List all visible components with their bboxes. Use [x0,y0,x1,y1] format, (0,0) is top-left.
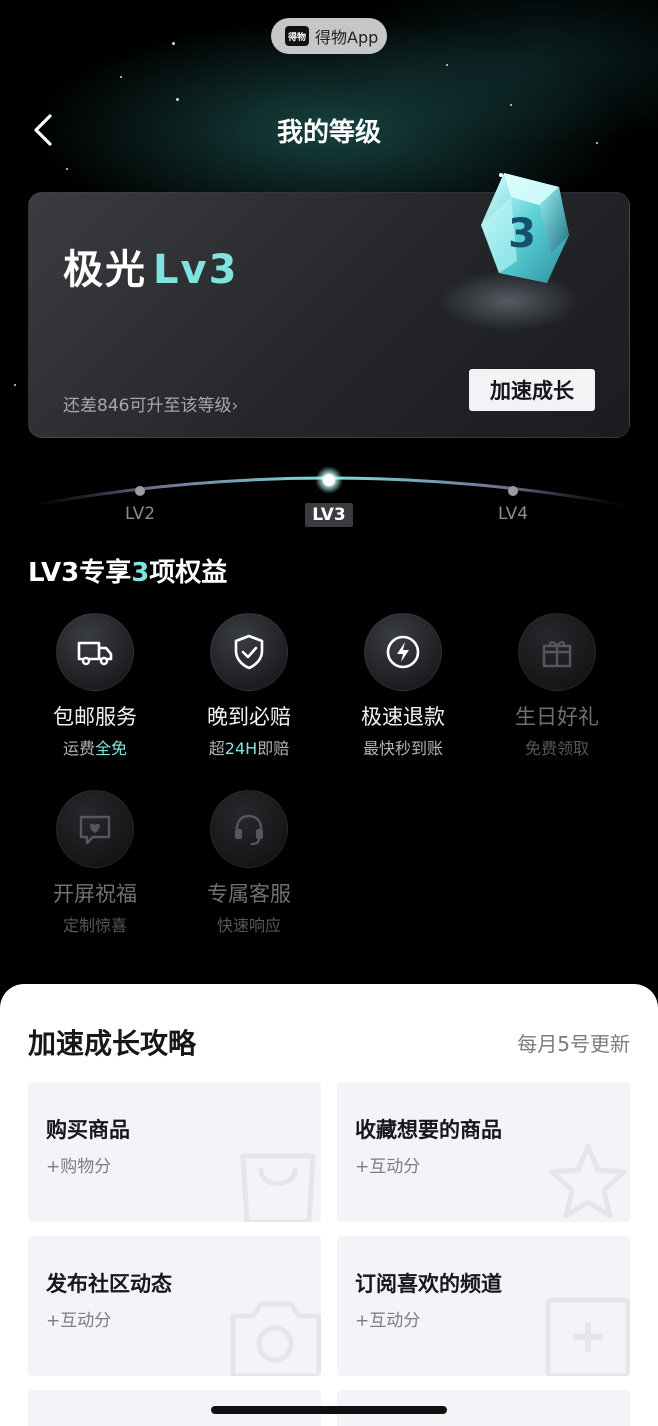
task-buy-product[interactable]: 购买商品 +购物分 [28,1082,321,1222]
task-post-community[interactable]: 发布社区动态 +互动分 [28,1236,321,1376]
level-marker-current: LV3 [305,503,353,527]
task-subscribe-channel[interactable]: 订阅喜欢的频道 +互动分 [337,1236,630,1376]
level-marker-prev: LV2 [124,504,156,524]
benefit-birthday-gift[interactable]: 生日好礼 免费领取 [492,613,622,759]
upgrade-gap-text: 还差846可升至该等级 [63,396,232,416]
growth-strategy-sheet: 加速成长攻略 每月5号更新 购买商品 +购物分 收藏想要的商品 +互动分 发布社… [0,984,658,1426]
benefit-name: 极速退款 [361,705,445,729]
task-name: 收藏想要的商品 [355,1118,502,1142]
benefits-title: LV3专享3项权益 [28,552,227,589]
lightning-icon [386,635,420,669]
benefit-late-compensation[interactable]: 晚到必赔 超24H即赔 [184,613,314,759]
benefit-name: 开屏祝福 [53,882,137,906]
benefit-desc-text: 超 [208,739,225,758]
accelerate-growth-button[interactable]: 加速成长 [469,369,595,411]
strategy-title: 加速成长攻略 [28,1027,197,1060]
benefit-fast-refund[interactable]: 极速退款 最快秒到账 [338,613,468,759]
benefit-desc-text: 定制惊喜 [62,916,127,935]
level-track: LV2 LV3 LV4 [0,460,658,530]
benefit-icon-circle [518,613,596,691]
gift-icon [542,641,572,668]
benefit-desc-highlight: 全免 [95,739,128,758]
gem-number: 3 [508,211,536,257]
level-name: 极光 Lv3 [63,237,238,295]
benefit-free-shipping[interactable]: 包邮服务 运费全免 [30,613,160,759]
benefit-icon-circle [210,790,288,868]
benefits-title-prefix: LV3专享 [28,558,132,588]
benefit-name: 专属客服 [207,882,291,906]
benefit-splash-greeting[interactable]: 开屏祝福 定制惊喜 [30,790,160,936]
benefit-icon-circle [56,613,134,691]
benefit-desc-highlight: 24H [224,739,258,758]
app-name: 得物App [315,28,379,47]
benefit-desc: 快速响应 [184,912,314,936]
page-title: 我的等级 [276,118,381,148]
plus-square-icon [545,1297,630,1376]
camera-icon [230,1301,321,1376]
task-reward: +互动分 [355,1311,421,1331]
level-marker-next: LV4 [497,504,529,524]
app-logo: 得物 [285,26,309,46]
headset-icon [235,814,263,846]
level-name-prefix: 极光 [63,247,147,293]
truck-icon [77,641,113,666]
task-name: 购买商品 [46,1118,130,1142]
benefits-title-suffix: 项权益 [149,558,228,588]
star-dot [510,104,512,106]
benefit-desc-text: 免费领取 [524,739,589,758]
benefit-name: 包邮服务 [53,705,137,729]
star-dot [176,98,179,101]
task-name: 发布社区动态 [46,1272,172,1296]
benefit-icon-circle [210,613,288,691]
benefit-desc: 免费领取 [492,735,622,759]
benefit-desc-text: 快速响应 [216,916,281,935]
task-favorite-product[interactable]: 收藏想要的商品 +互动分 [337,1082,630,1222]
level-card: 极光 Lv3 3 还差846可升至该等级› 加速成长 [28,173,630,438]
message-heart-icon [79,815,111,845]
task-reward: +购物分 [46,1157,112,1177]
level-page: 得物 得物App 我的等级 极光 Lv3 3 还差846可升至该等级› 加速成长… [0,0,658,1426]
benefit-name: 生日好礼 [515,705,599,729]
task-reward: +互动分 [355,1157,421,1177]
benefit-desc-text: 即赔 [257,739,290,758]
star-icon [549,1143,627,1219]
level-code: Lv3 [153,247,239,293]
benefit-desc: 运费全免 [30,735,160,759]
benefit-exclusive-service[interactable]: 专属客服 快速响应 [184,790,314,936]
upgrade-gap-link[interactable]: 还差846可升至该等级› [63,391,238,416]
task-reward: +互动分 [46,1311,112,1331]
shopping-bag-icon [240,1153,316,1222]
star-dot [120,76,122,78]
task-name: 订阅喜欢的频道 [355,1272,502,1296]
app-badge[interactable]: 得物 得物App [271,18,387,54]
benefit-desc: 最快秒到账 [338,735,468,759]
shield-check-icon [234,634,264,670]
benefit-icon-circle [364,613,442,691]
star-dot [172,42,175,45]
chevron-right-icon: › [231,396,239,416]
strategy-update-note: 每月5号更新 [517,1032,630,1056]
home-indicator[interactable] [211,1406,447,1414]
benefit-name: 晚到必赔 [207,705,291,729]
star-dot [446,64,448,66]
benefits-count: 3 [131,558,150,588]
benefit-desc: 定制惊喜 [30,912,160,936]
star-dot [14,384,16,386]
star-dot [66,168,68,170]
benefit-icon-circle [56,790,134,868]
benefit-desc-text: 最快秒到账 [362,739,443,758]
benefit-desc: 超24H即赔 [184,735,314,759]
level-gem-icon: 3 [481,173,569,283]
benefit-desc-text: 运费 [62,739,95,758]
